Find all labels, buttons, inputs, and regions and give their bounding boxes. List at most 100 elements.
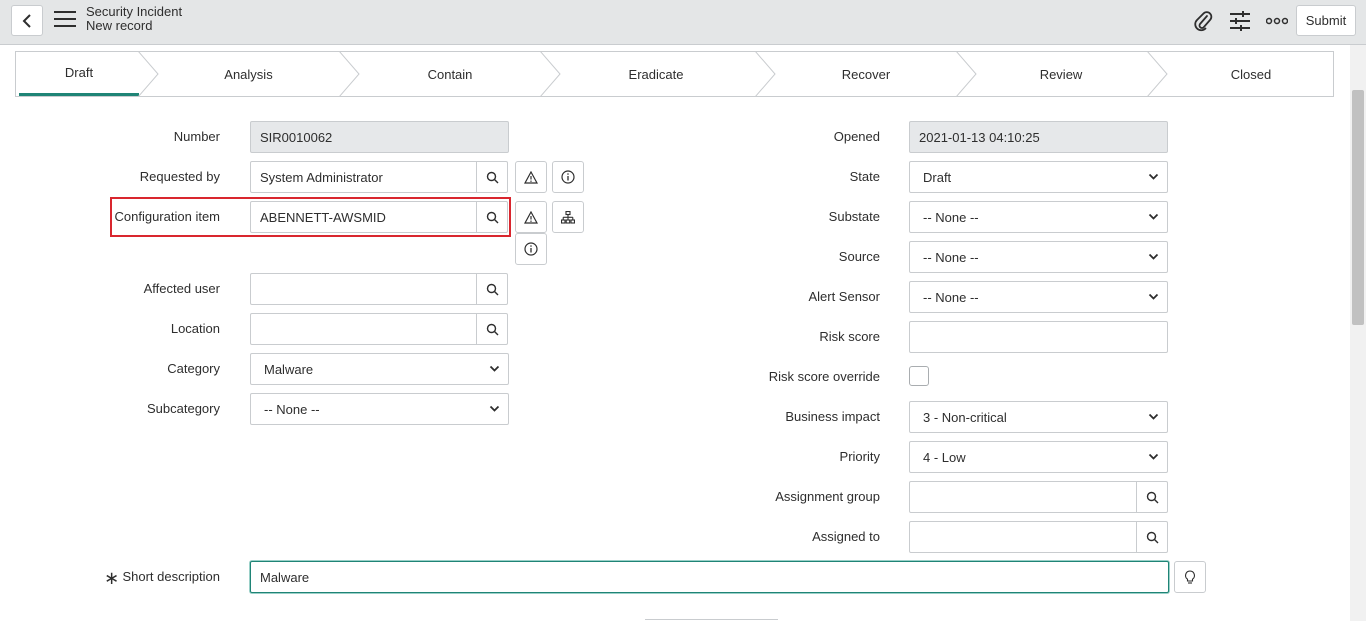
flow-separator bbox=[956, 51, 977, 97]
chevron-down-icon bbox=[1148, 213, 1159, 220]
flow-stage-review: Review bbox=[1039, 66, 1083, 82]
hamburger-menu-icon[interactable] bbox=[54, 11, 76, 29]
flow-stage-analysis: Analysis bbox=[224, 66, 273, 82]
substate-select[interactable]: -- None -- bbox=[909, 201, 1168, 233]
configuration-item-warning-button[interactable] bbox=[515, 201, 547, 233]
info-icon bbox=[561, 170, 575, 184]
risk-score-override-checkbox[interactable] bbox=[909, 366, 929, 386]
search-icon bbox=[1146, 531, 1158, 543]
hierarchy-icon bbox=[561, 210, 575, 224]
requested-by-label: Requested by bbox=[139, 169, 220, 184]
paperclip-icon[interactable] bbox=[1191, 9, 1215, 33]
search-icon bbox=[486, 211, 498, 223]
submit-button[interactable]: Submit bbox=[1296, 5, 1356, 36]
number-label: Number bbox=[173, 129, 220, 144]
flow-stage-recover: Recover bbox=[841, 66, 891, 82]
risk-score-override-label: Risk score override bbox=[768, 369, 880, 384]
risk-score-label: Risk score bbox=[819, 329, 880, 344]
record-title: Security Incident New record bbox=[86, 5, 182, 33]
priority-select[interactable]: 4 - Low bbox=[909, 441, 1168, 473]
chevron-down-icon bbox=[1148, 413, 1159, 420]
requested-by-lookup-button[interactable] bbox=[476, 161, 508, 193]
subcategory-value: -- None -- bbox=[264, 401, 320, 417]
alert-sensor-select[interactable]: -- None -- bbox=[909, 281, 1168, 313]
chevron-down-icon bbox=[1148, 293, 1159, 300]
short-description-field[interactable]: Malware bbox=[250, 561, 1169, 593]
search-icon bbox=[486, 171, 498, 183]
short-description-suggestion-button[interactable] bbox=[1174, 561, 1206, 593]
configuration-item-lookup-button[interactable] bbox=[476, 201, 508, 233]
affected-user-lookup-button[interactable] bbox=[476, 273, 508, 305]
alert-sensor-label: Alert Sensor bbox=[808, 289, 880, 304]
configuration-item-field[interactable]: ABENNETT-AWSMID bbox=[250, 201, 477, 233]
warning-icon bbox=[524, 170, 538, 184]
page-title: Security Incident bbox=[86, 4, 183, 19]
assigned-to-label: Assigned to bbox=[812, 529, 880, 544]
substate-value: -- None -- bbox=[923, 209, 979, 225]
flow-separator bbox=[755, 51, 776, 97]
assigned-to-lookup-button[interactable] bbox=[1136, 521, 1168, 553]
number-field: SIR0010062 bbox=[250, 121, 509, 153]
flow-stage-eradicate: Eradicate bbox=[628, 66, 684, 82]
state-value: Draft bbox=[923, 169, 952, 185]
flow-stage-draft: Draft bbox=[19, 52, 139, 96]
search-icon bbox=[486, 323, 498, 335]
sliders-icon[interactable] bbox=[1228, 9, 1252, 33]
category-select[interactable]: Malware bbox=[250, 353, 509, 385]
flow-separator bbox=[138, 51, 159, 97]
lightbulb-icon bbox=[1185, 569, 1195, 584]
page-subtitle: New record bbox=[86, 18, 153, 33]
mandatory-icon: ∗ bbox=[104, 568, 120, 588]
substate-label: Substate bbox=[828, 209, 880, 224]
risk-score-field[interactable] bbox=[909, 321, 1168, 353]
form-header: Security Incident New record Submit bbox=[0, 0, 1366, 45]
process-flow: Draft Analysis Contain Eradicate Recover… bbox=[15, 51, 1334, 97]
chevron-down-icon bbox=[1148, 173, 1159, 180]
flow-separator bbox=[540, 51, 561, 97]
requested-by-info-button[interactable] bbox=[552, 161, 584, 193]
requested-by-field[interactable]: System Administrator bbox=[250, 161, 477, 193]
configuration-item-info-button[interactable] bbox=[515, 233, 547, 265]
flow-separator bbox=[1147, 51, 1168, 97]
alert-sensor-value: -- None -- bbox=[923, 289, 979, 305]
info-icon bbox=[524, 242, 538, 256]
back-button[interactable] bbox=[11, 5, 43, 36]
location-label: Location bbox=[170, 321, 220, 336]
chevron-down-icon bbox=[1148, 253, 1159, 260]
affected-user-field[interactable] bbox=[250, 273, 477, 305]
flow-stage-contain: Contain bbox=[427, 66, 473, 82]
requested-by-warning-button[interactable] bbox=[515, 161, 547, 193]
affected-user-label: Affected user bbox=[143, 281, 220, 296]
configuration-item-dependency-map-button[interactable] bbox=[552, 201, 584, 233]
scrollbar-thumb[interactable] bbox=[1352, 90, 1364, 325]
search-icon bbox=[486, 283, 498, 295]
business-impact-select[interactable]: 3 - Non-critical bbox=[909, 401, 1168, 433]
flow-separator bbox=[339, 51, 360, 97]
more-options-icon[interactable] bbox=[1265, 9, 1289, 33]
configuration-item-label: Configuration item bbox=[114, 209, 221, 224]
priority-label: Priority bbox=[839, 449, 880, 464]
assignment-group-field[interactable] bbox=[909, 481, 1137, 513]
chevron-down-icon bbox=[489, 405, 500, 412]
assignment-group-label: Assignment group bbox=[775, 489, 880, 504]
assignment-group-lookup-button[interactable] bbox=[1136, 481, 1168, 513]
location-field[interactable] bbox=[250, 313, 477, 345]
short-description-label: Short description bbox=[122, 569, 220, 584]
warning-icon bbox=[524, 210, 538, 224]
assigned-to-field[interactable] bbox=[909, 521, 1137, 553]
opened-label: Opened bbox=[833, 129, 880, 144]
source-select[interactable]: -- None -- bbox=[909, 241, 1168, 273]
state-label: State bbox=[849, 169, 880, 184]
subcategory-select[interactable]: -- None -- bbox=[250, 393, 509, 425]
category-label: Category bbox=[167, 361, 220, 376]
business-impact-value: 3 - Non-critical bbox=[923, 409, 1007, 425]
category-value: Malware bbox=[264, 361, 314, 377]
subcategory-label: Subcategory bbox=[147, 401, 220, 416]
chevron-down-icon bbox=[489, 365, 500, 372]
business-impact-label: Business impact bbox=[785, 409, 880, 424]
source-label: Source bbox=[838, 249, 880, 264]
flow-stage-closed: Closed bbox=[1230, 66, 1272, 82]
location-lookup-button[interactable] bbox=[476, 313, 508, 345]
back-icon bbox=[22, 13, 31, 28]
state-select[interactable]: Draft bbox=[909, 161, 1168, 193]
